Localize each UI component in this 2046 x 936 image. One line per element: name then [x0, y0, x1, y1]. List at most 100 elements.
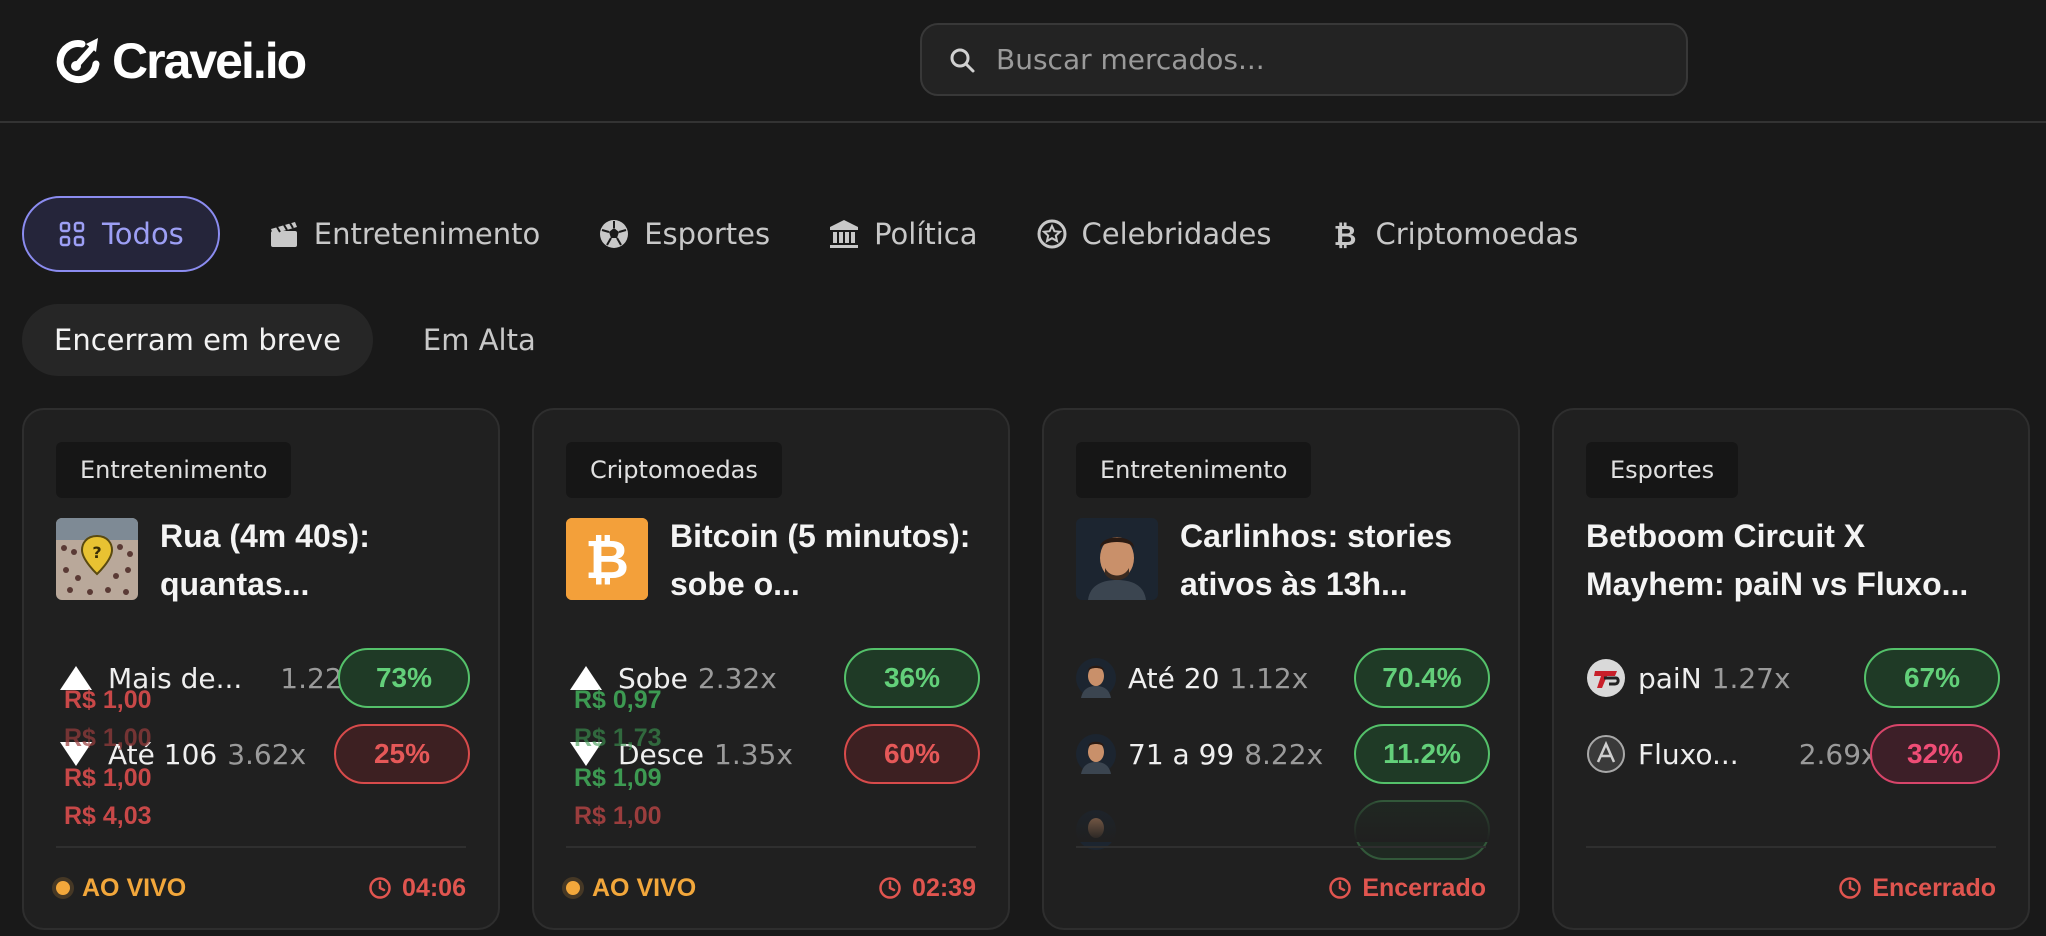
clapperboard-icon: [268, 218, 300, 250]
status-label: Encerrado: [1872, 873, 1996, 902]
tab-label: Criptomoedas: [1375, 217, 1579, 251]
logo-icon: [56, 38, 100, 84]
market-thumbnail: [1076, 518, 1158, 600]
bet-amount: R$ 1,00: [64, 764, 152, 792]
soccer-ball-icon: [598, 218, 630, 250]
clock-icon: [1329, 877, 1352, 899]
outcome-multiplier: 2.32x: [697, 661, 777, 695]
bitcoin-icon: ₿: [1329, 218, 1361, 250]
category-badge: Criptomoedas: [566, 442, 782, 498]
outcome-percent-button[interactable]: 70.4%: [1354, 648, 1490, 708]
live-label: AO VIVO: [592, 873, 697, 902]
avatar: [1076, 734, 1116, 774]
live-label: AO VIVO: [82, 873, 187, 902]
outcome-percent-button[interactable]: 60%: [844, 724, 980, 784]
card-divider: [1586, 846, 1996, 848]
clock-icon: [369, 877, 391, 899]
timer-value: 02:39: [912, 873, 976, 902]
bet-amount: R$ 1,00: [64, 686, 152, 714]
card-divider: [1076, 846, 1486, 848]
outcome-percent-button[interactable]: 11.2%: [1354, 724, 1490, 784]
tab-criptomoedas[interactable]: ₿ Criptomoedas: [1329, 196, 1578, 272]
market-title: Betboom Circuit X Mayhem: paiN vs Fluxo.…: [1586, 518, 1969, 602]
category-badge: Esportes: [1586, 442, 1739, 498]
outcome-row[interactable]: Fluxo... 2.69x 32%: [1586, 724, 2000, 784]
bet-amount: R$ 1,09: [574, 764, 662, 792]
status-label: Encerrado: [1362, 873, 1486, 902]
category-badge: Entretenimento: [1076, 442, 1312, 498]
clock-icon: [1839, 877, 1862, 899]
tab-esportes[interactable]: Esportes: [598, 196, 770, 272]
tab-label: Esportes: [644, 217, 771, 251]
outcome-label: paiN: [1638, 661, 1702, 695]
market-card[interactable]: Criptomoedas ₿ Bitcoin (5 minutos): sobe…: [532, 408, 1010, 930]
fluxo-team-logo-icon: [1586, 734, 1626, 774]
card-divider: [56, 846, 466, 848]
logo-text: Cravei.io: [112, 33, 307, 89]
outcome-percent-button[interactable]: 73%: [338, 648, 470, 708]
market-title: Bitcoin (5 minutos): sobe o...: [670, 518, 971, 602]
tab-todos[interactable]: Todos: [22, 196, 220, 272]
clock-icon: [879, 877, 901, 899]
logo[interactable]: Cravei.io: [52, 32, 307, 90]
star-badge-icon: [1036, 218, 1068, 250]
search-input[interactable]: Buscar mercados...: [920, 23, 1688, 96]
live-dot-icon: [566, 881, 580, 895]
bet-amount: R$ 0,97: [574, 686, 662, 714]
filter-em-alta[interactable]: Em Alta: [391, 304, 568, 376]
outcome-row[interactable]: Até 20 1.12x 70.4%: [1076, 648, 1490, 708]
outcome-percent-button[interactable]: 25%: [334, 724, 470, 784]
card-divider: [566, 846, 976, 848]
list-fade-overlay: [1044, 802, 1518, 842]
svg-text:₿: ₿: [585, 528, 629, 591]
bet-amount: R$ 1,73: [574, 724, 662, 752]
search-icon: [950, 48, 975, 72]
timer-value: 04:06: [402, 873, 466, 902]
outcome-row[interactable]: paiN 1.27x 67%: [1586, 648, 2000, 708]
market-card[interactable]: Esportes Betboom Circuit X Mayhem: paiN …: [1552, 408, 2030, 930]
outcome-percent-button[interactable]: 36%: [844, 648, 980, 708]
closed-status: Encerrado: [1838, 868, 1996, 908]
svg-text:₿: ₿: [1334, 219, 1357, 250]
grid-icon: [56, 218, 88, 250]
tab-label: Todos: [102, 217, 184, 251]
tab-celebridades[interactable]: Celebridades: [1036, 196, 1272, 272]
search-placeholder: Buscar mercados...: [996, 43, 1265, 76]
tab-label: Celebridades: [1081, 217, 1272, 251]
outcome-label: Até 20: [1128, 661, 1220, 695]
svg-text:?: ?: [92, 543, 101, 562]
outcome-multiplier: 1.35x: [714, 737, 793, 771]
bet-amount: R$ 4,03: [64, 802, 152, 830]
live-dot-icon: [56, 881, 70, 895]
live-status: AO VIVO: [56, 868, 186, 908]
bet-amount: R$ 1,00: [64, 724, 152, 752]
tab-entretenimento[interactable]: Entretenimento: [268, 196, 540, 272]
live-status: AO VIVO: [566, 868, 696, 908]
outcome-label: Fluxo...: [1638, 737, 1739, 771]
outcome-multiplier: 8.22x: [1244, 737, 1324, 771]
closed-status: Encerrado: [1328, 868, 1486, 908]
tab-politica[interactable]: Política: [828, 196, 978, 272]
outcome-multiplier: 1.27x: [1711, 661, 1791, 695]
bitcoin-logo-icon: ₿: [566, 518, 648, 600]
outcome-label: 71 a 99: [1128, 737, 1235, 771]
outcome-percent-button[interactable]: 67%: [1864, 648, 2000, 708]
market-card[interactable]: Entretenimento ? Rua (4m 40s): quantas..…: [22, 408, 500, 930]
outcome-multiplier: 1.12x: [1229, 661, 1309, 695]
outcome-row[interactable]: 71 a 99 8.22x 11.2%: [1076, 724, 1490, 784]
outcome-percent-button[interactable]: 32%: [1870, 724, 2000, 784]
countdown-timer: 04:06: [368, 868, 466, 908]
bet-amount: R$ 1,00: [574, 802, 662, 830]
category-badge: Entretenimento: [56, 442, 292, 498]
filter-tabs: Encerram em breve Em Alta: [22, 304, 568, 376]
top-header: Cravei.io Buscar mercados...: [0, 0, 2046, 123]
market-thumbnail: ?: [56, 518, 138, 600]
filter-encerram-em-breve[interactable]: Encerram em breve: [22, 304, 373, 376]
market-card[interactable]: Entretenimento Carlinhos: stories ativos…: [1042, 408, 1520, 930]
government-building-icon: [828, 218, 860, 250]
countdown-timer: 02:39: [878, 868, 976, 908]
category-tabs: Todos Entretenimento Esportes Política C…: [22, 196, 1636, 272]
outcome-multiplier: 2.69x: [1798, 737, 1878, 771]
avatar: [1076, 658, 1116, 698]
tab-label: Política: [874, 217, 978, 251]
